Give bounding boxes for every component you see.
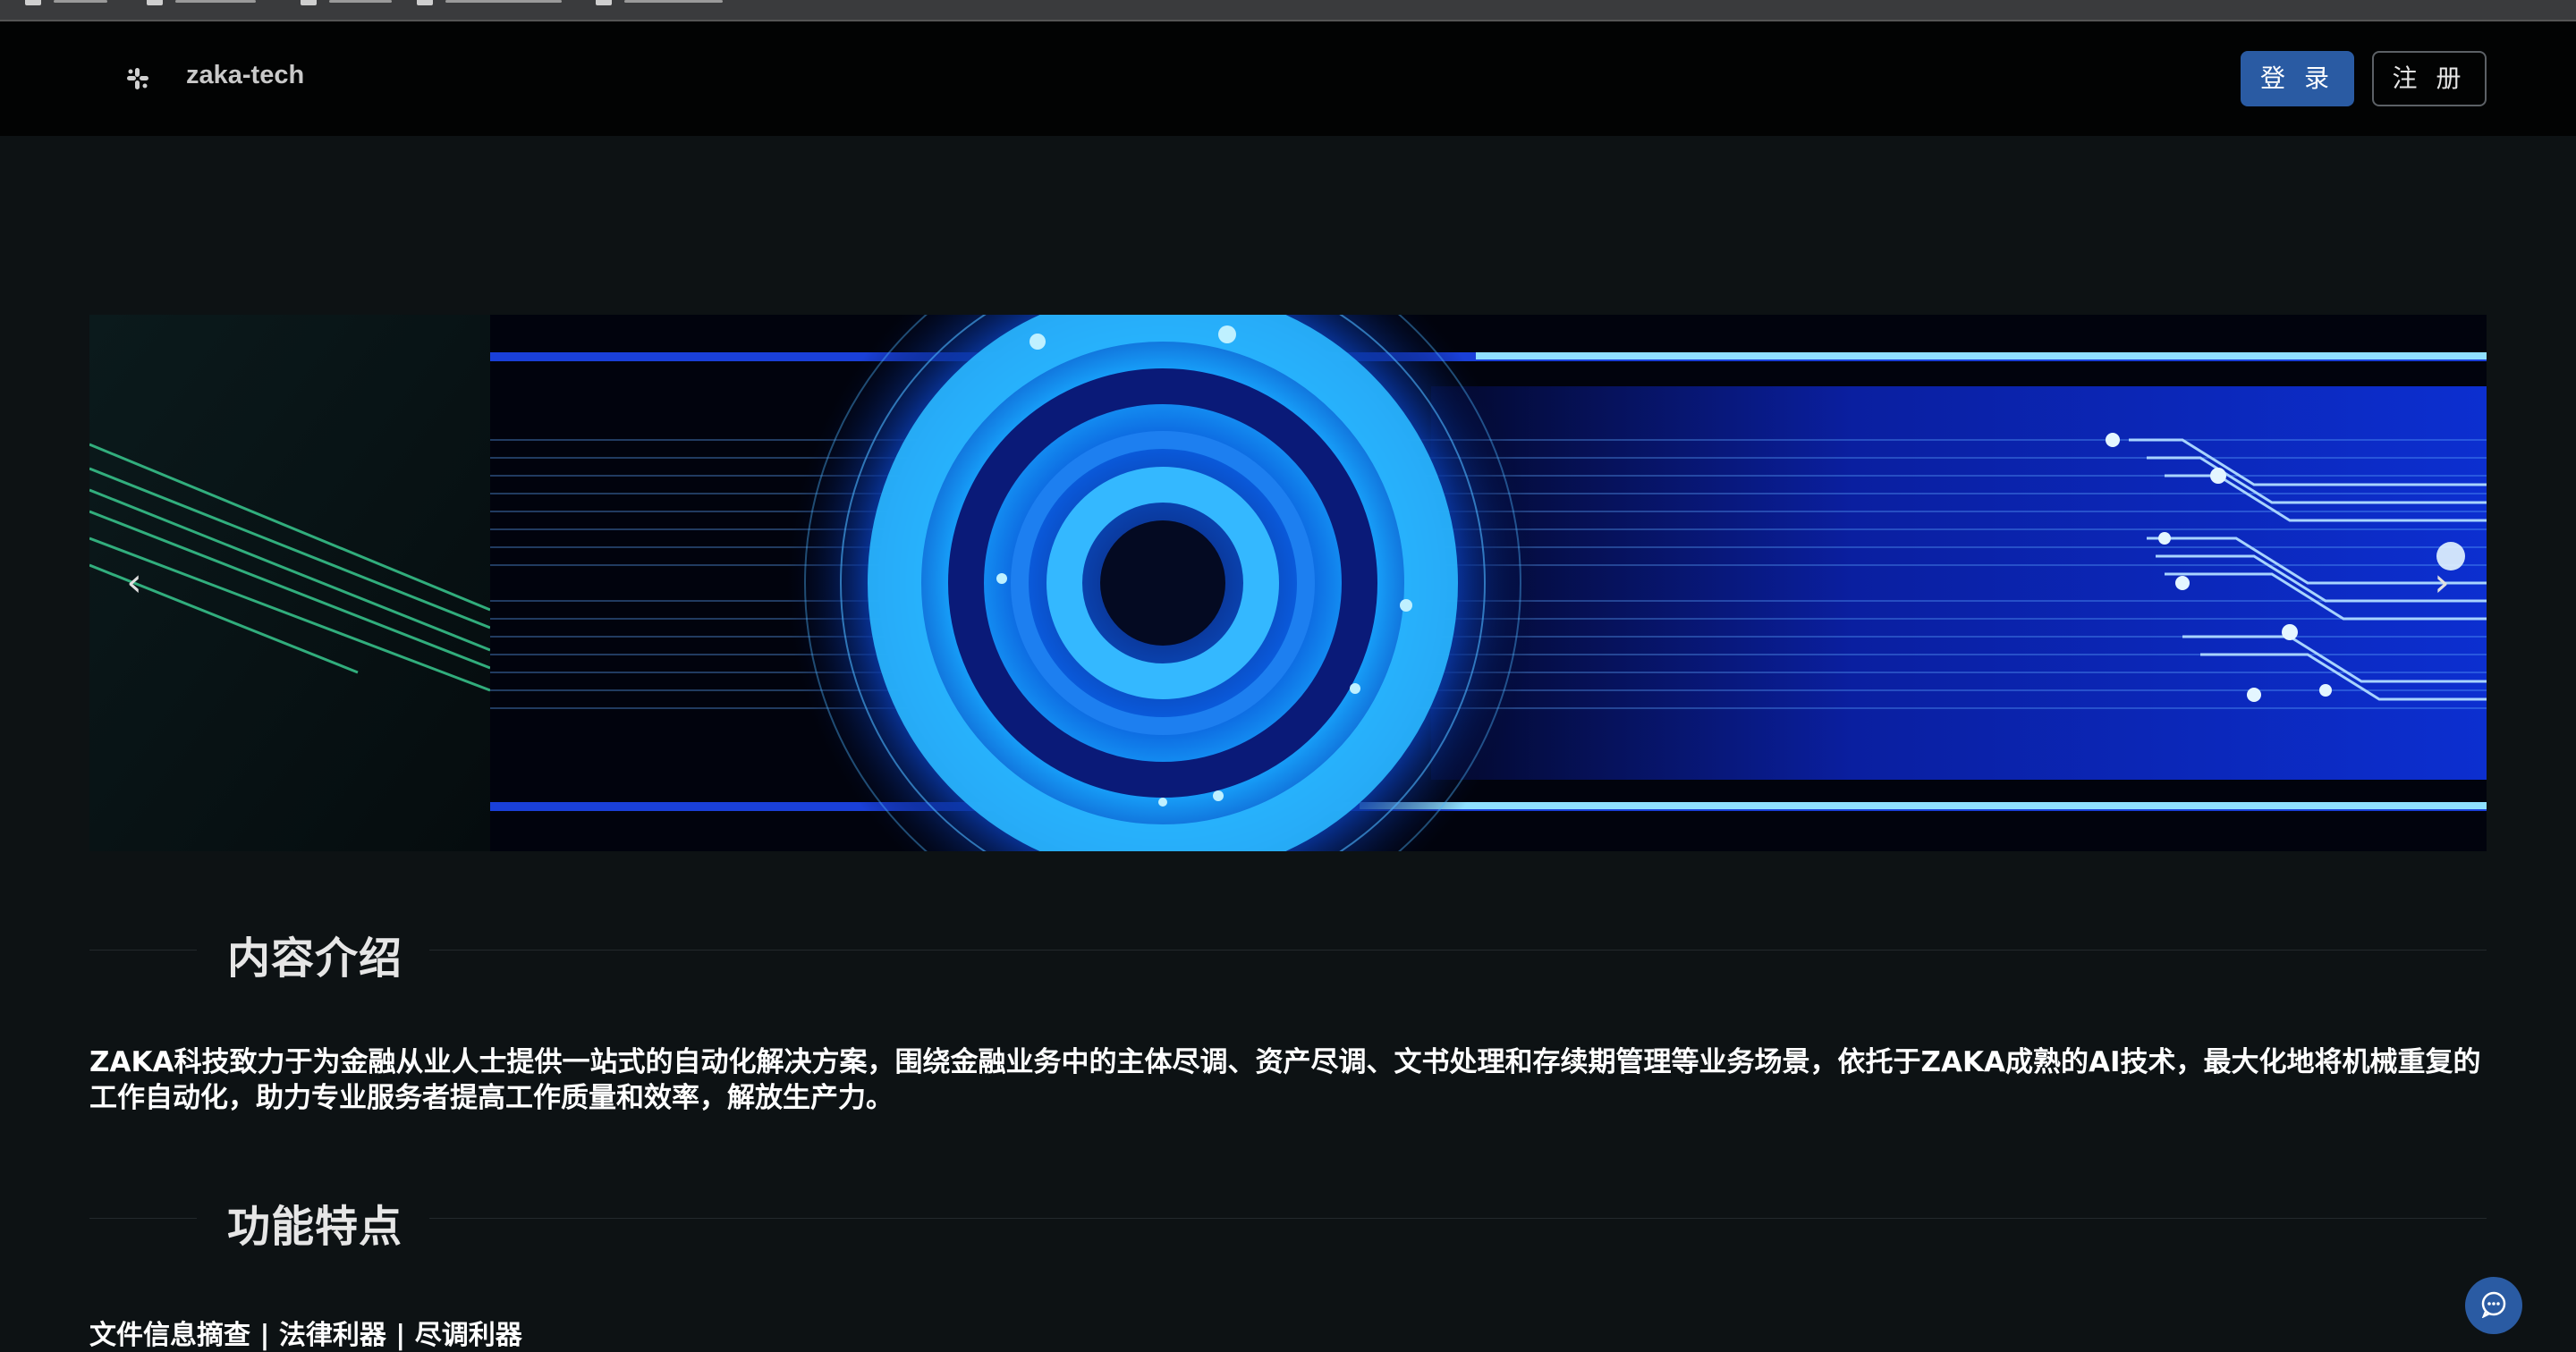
login-button[interactable]: 登 录 xyxy=(2241,51,2354,106)
intro-paragraph: ZAKA科技致力于为金融从业人士提供一站式的自动化解决方案，围绕金融业务中的主体… xyxy=(89,1046,2481,1114)
hero-carousel[interactable]: ‹ › xyxy=(89,315,2487,851)
slack-like-logo-icon[interactable] xyxy=(125,66,150,91)
bookmark-icon[interactable] xyxy=(25,0,41,5)
chat-button[interactable] xyxy=(2465,1277,2522,1334)
features-title: 功能特点 xyxy=(227,1202,403,1252)
bookmark-label[interactable] xyxy=(624,0,723,3)
chat-bubble-icon xyxy=(2481,1291,2506,1318)
bookmark-label[interactable] xyxy=(329,0,392,3)
intro-section-header: 内容介绍 xyxy=(89,914,2487,985)
divider xyxy=(429,1218,2487,1219)
divider xyxy=(429,950,2487,951)
bookmark-icon[interactable] xyxy=(147,0,163,5)
intro-title: 内容介绍 xyxy=(227,934,403,984)
register-button[interactable]: 注 册 xyxy=(2372,51,2487,106)
divider xyxy=(89,950,197,951)
chevron-right-icon[interactable]: › xyxy=(2415,547,2469,619)
bookmark-icon[interactable] xyxy=(301,0,317,5)
bookmark-label[interactable] xyxy=(54,0,107,3)
divider xyxy=(89,1218,197,1219)
bookmark-icon[interactable] xyxy=(596,0,612,5)
top-navbar: zaka-tech 登 录 注 册 xyxy=(0,21,2576,136)
bookmark-label[interactable] xyxy=(445,0,562,3)
bookmark-label[interactable] xyxy=(175,0,256,3)
carousel-slide-image xyxy=(89,315,2487,851)
chevron-left-icon[interactable]: ‹ xyxy=(107,547,161,619)
features-section-header: 功能特点 xyxy=(89,1182,2487,1254)
browser-bookmarks-bar xyxy=(0,0,2576,21)
features-text: 文件信息摘查 | 法律利器 | 尽调利器 xyxy=(89,1320,522,1351)
bookmark-icon[interactable] xyxy=(417,0,433,5)
brand-name[interactable]: zaka-tech xyxy=(186,61,304,90)
